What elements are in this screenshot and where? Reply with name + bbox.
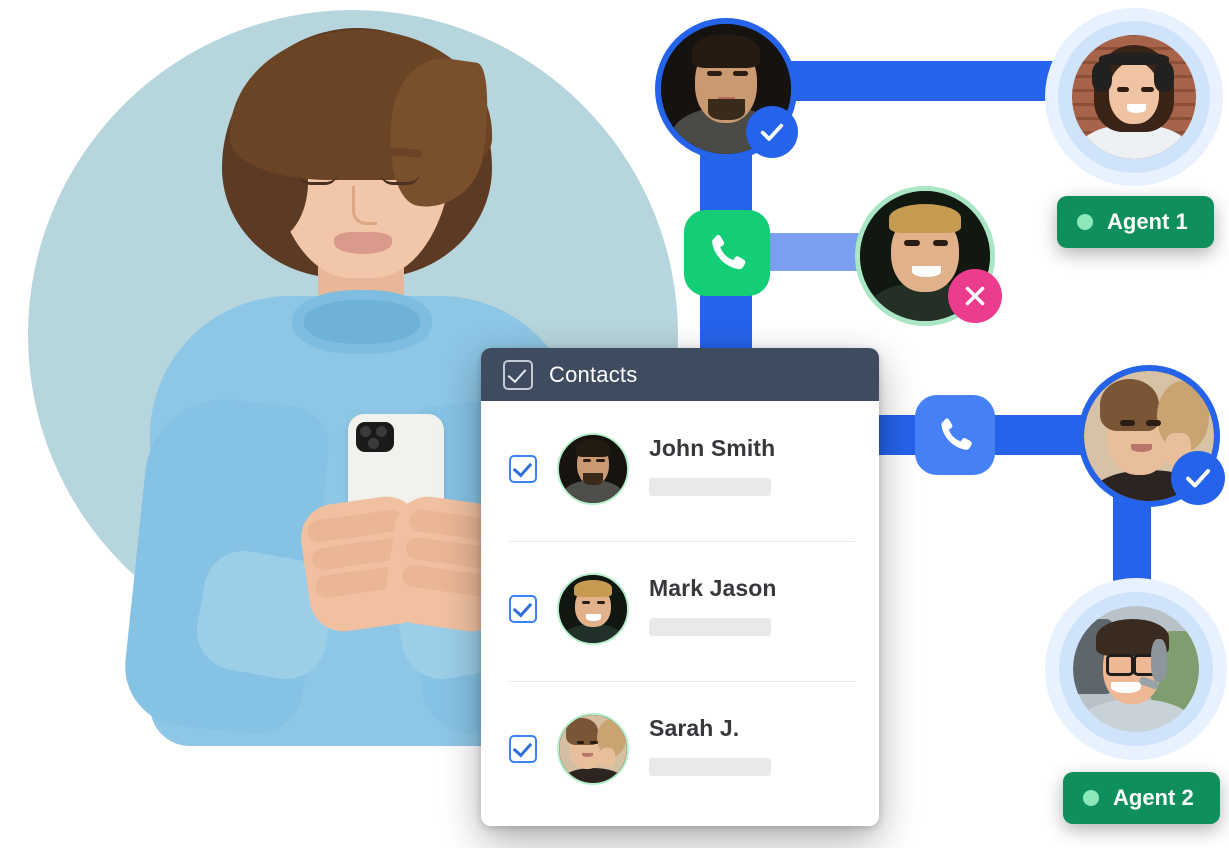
contact-detail-placeholder	[649, 478, 771, 496]
select-all-checkbox-icon[interactable]	[503, 359, 533, 390]
phone-button-blue[interactable]	[915, 395, 995, 475]
contact-name: John Smith	[649, 435, 776, 461]
table-row[interactable]: Sarah J.	[481, 681, 879, 821]
contact-info: Sarah J.	[649, 707, 855, 776]
agent-2-status-dot-icon	[1083, 790, 1099, 806]
agent-1-status-dot-icon	[1077, 214, 1093, 230]
contacts-list: John Smith Mark Jason Sarah J.	[481, 401, 879, 821]
table-row[interactable]: John Smith	[481, 401, 879, 541]
agent-1-label: Agent 1	[1107, 209, 1188, 234]
agent-2-badge[interactable]: Agent 2	[1063, 772, 1220, 824]
agent-1-avatar[interactable]	[1072, 35, 1196, 159]
table-row[interactable]: Mark Jason	[481, 541, 879, 681]
hero-collar-inner	[304, 300, 420, 344]
contacts-card: Contacts John Smith Mark Jason Sarah J.	[481, 348, 879, 826]
contact-checkbox-icon[interactable]	[509, 595, 537, 623]
agent-1-face	[1072, 35, 1196, 159]
caller-middle-status-close-icon	[948, 269, 1002, 323]
contact-info: John Smith	[649, 427, 855, 496]
contact-name: Sarah J.	[649, 715, 740, 741]
avatar	[557, 573, 629, 645]
contact-name: Mark Jason	[649, 575, 777, 601]
contact-checkbox-icon[interactable]	[509, 735, 537, 763]
phone-button-green[interactable]	[684, 210, 770, 296]
avatar	[557, 713, 629, 785]
contact-detail-placeholder	[649, 758, 771, 776]
contacts-card-header: Contacts	[481, 348, 879, 401]
agent-2-face	[1073, 606, 1199, 732]
contact-3-face	[559, 715, 627, 783]
phone-handset-icon	[941, 418, 972, 450]
hero-nose	[352, 186, 377, 225]
contact-1-face	[559, 435, 627, 503]
contact-checkbox-icon[interactable]	[509, 455, 537, 483]
agent-1-badge[interactable]: Agent 1	[1057, 196, 1214, 248]
hero-mouth	[334, 232, 392, 254]
contact-right-status-check-icon	[1171, 451, 1225, 505]
smartphone-camera-icon	[356, 422, 394, 452]
contacts-title: Contacts	[549, 361, 638, 387]
caller-top-status-check-icon	[746, 106, 798, 158]
illustration-stage: Agent 1 Agent 2 Contacts John Smith Mark…	[0, 0, 1229, 848]
contact-2-face	[559, 575, 627, 643]
agent-2-label: Agent 2	[1113, 785, 1194, 810]
agent-2-avatar[interactable]	[1073, 606, 1199, 732]
contact-right-avatar[interactable]	[1078, 365, 1225, 507]
contact-detail-placeholder	[649, 618, 771, 636]
contact-info: Mark Jason	[649, 567, 855, 636]
phone-handset-icon	[712, 234, 746, 270]
avatar	[557, 433, 629, 505]
caller-middle-avatar[interactable]	[855, 186, 1002, 326]
caller-top-avatar[interactable]	[655, 18, 798, 160]
